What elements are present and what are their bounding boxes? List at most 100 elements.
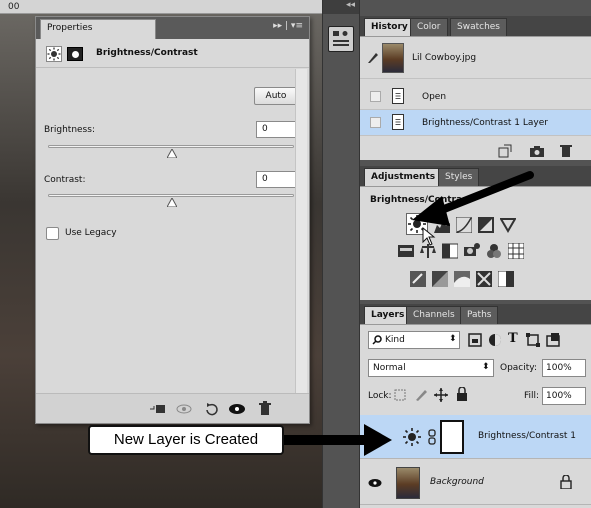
layer-row[interactable]: Background — [360, 461, 591, 505]
lock-all-icon[interactable] — [456, 387, 468, 401]
layers-panel: Kind ⬍ T Normal ⬍ Opacity: 100% Lock: Fi… — [360, 324, 591, 508]
history-tabbar: History Color Swatches — [360, 16, 591, 36]
opacity-label: Opacity: — [500, 363, 537, 373]
lock-image-brush-icon[interactable] — [414, 388, 428, 402]
adjustments-panel: Brightness/Contrast — [360, 186, 591, 300]
color-lookup-icon[interactable] — [508, 243, 524, 259]
tab-styles[interactable]: Styles — [438, 168, 480, 186]
callout-label: New Layer is Created — [88, 425, 284, 455]
black-white-icon[interactable] — [442, 243, 458, 259]
link-icon[interactable] — [428, 429, 436, 445]
properties-dock-button[interactable] — [328, 26, 354, 52]
filter-adjustment-icon[interactable] — [488, 333, 502, 347]
history-source-checkbox[interactable] — [370, 117, 381, 128]
ruler-number: 00 — [8, 2, 20, 12]
history-item[interactable]: Brightness/Contrast 1 Layer — [360, 110, 591, 136]
adjustment-hover-label: Brightness/Contrast — [370, 195, 472, 205]
filter-shape-icon[interactable] — [526, 333, 540, 347]
dock-collapse-button[interactable]: ◂◂ — [323, 0, 359, 14]
layer-name[interactable]: Brightness/Contrast 1 — [478, 431, 576, 441]
layer-thumbnail — [396, 467, 420, 499]
lock-icon — [560, 475, 572, 489]
layer-row-selected[interactable]: Brightness/Contrast 1 — [360, 415, 591, 459]
tab-channels[interactable]: Channels — [406, 306, 462, 324]
layer-filter-select[interactable]: Kind ⬍ — [368, 331, 460, 349]
trash-icon[interactable] — [258, 401, 272, 416]
lock-label: Lock: — [368, 391, 392, 401]
history-brush-icon — [368, 53, 378, 63]
camera-icon[interactable] — [530, 145, 544, 157]
new-document-from-state-icon[interactable] — [498, 144, 512, 158]
blend-mode-value: Normal — [373, 363, 406, 373]
contrast-input[interactable]: 0 — [256, 171, 298, 188]
history-source-checkbox[interactable] — [370, 91, 381, 102]
eye-icon[interactable] — [368, 432, 382, 442]
adjustments-tabbar: Adjustments Styles — [360, 166, 591, 186]
search-icon — [372, 335, 382, 345]
use-legacy-checkbox[interactable] — [46, 227, 59, 240]
properties-icon — [333, 31, 349, 46]
layer-name[interactable]: Background — [430, 477, 484, 487]
history-item[interactable]: Open — [360, 84, 591, 110]
eye-icon[interactable] — [368, 478, 382, 488]
contrast-slider-track[interactable] — [48, 194, 294, 197]
tab-adjustments[interactable]: Adjustments — [364, 168, 443, 186]
filter-kind-label: Kind — [385, 335, 405, 345]
blend-mode-select[interactable]: Normal ⬍ — [368, 359, 494, 377]
history-snapshot[interactable]: Lil Cowboy.jpg — [360, 37, 591, 79]
cursor-icon — [422, 227, 436, 246]
tab-properties[interactable]: Properties — [40, 19, 156, 39]
trash-icon[interactable] — [560, 144, 572, 157]
auto-button[interactable]: Auto — [254, 87, 298, 105]
history-item-label: Brightness/Contrast 1 Layer — [422, 118, 548, 128]
clip-to-layer-icon[interactable] — [148, 403, 166, 415]
mask-icon[interactable] — [67, 47, 83, 61]
contrast-slider-thumb[interactable] — [167, 198, 177, 207]
adjustment-sun-icon — [46, 46, 62, 62]
vibrance-icon[interactable] — [500, 217, 516, 233]
selective-color-icon[interactable] — [498, 271, 514, 287]
layer-mask-thumbnail[interactable] — [440, 420, 464, 454]
tab-color[interactable]: Color — [410, 18, 448, 36]
curves-icon[interactable] — [456, 217, 472, 233]
view-previous-state-icon[interactable] — [176, 403, 194, 415]
gradient-map-icon[interactable] — [476, 271, 492, 287]
history-document-icon — [392, 88, 404, 104]
history-document-icon — [392, 114, 404, 130]
brightness-label: Brightness: — [44, 125, 95, 135]
posterize-icon[interactable] — [432, 271, 448, 287]
tab-history[interactable]: History — [364, 18, 415, 36]
filter-type-icon[interactable]: T — [508, 331, 518, 346]
toggle-visibility-icon[interactable] — [228, 403, 246, 415]
opacity-input[interactable]: 100% — [542, 359, 586, 377]
properties-scrollbar[interactable] — [295, 69, 307, 419]
panel-menu-icon[interactable]: ▸▸ | ▾≡ — [273, 21, 303, 31]
fill-label: Fill: — [524, 391, 540, 401]
ruler: 00 — [0, 0, 322, 14]
threshold-icon[interactable] — [454, 271, 470, 287]
filter-smart-object-icon[interactable] — [546, 333, 560, 347]
tab-paths[interactable]: Paths — [460, 306, 499, 324]
right-panel-column: History Color Swatches Lil Cowboy.jpg Op… — [360, 0, 591, 508]
tab-layers[interactable]: Layers — [364, 306, 412, 324]
exposure-icon[interactable] — [478, 217, 494, 233]
lock-transparent-icon[interactable] — [394, 389, 406, 401]
filter-pixel-icon[interactable] — [468, 333, 482, 347]
invert-icon[interactable] — [410, 271, 426, 287]
lock-position-icon[interactable] — [434, 388, 448, 402]
reset-icon[interactable] — [204, 402, 220, 416]
brightness-slider-track[interactable] — [48, 145, 294, 148]
snapshot-thumbnail — [382, 43, 404, 73]
contrast-label: Contrast: — [44, 175, 86, 185]
hue-saturation-icon[interactable] — [398, 243, 414, 259]
tab-swatches[interactable]: Swatches — [450, 18, 507, 36]
properties-header: Properties ▸▸ | ▾≡ — [36, 17, 309, 39]
snapshot-name: Lil Cowboy.jpg — [412, 53, 477, 63]
brightness-input[interactable]: 0 — [256, 121, 298, 138]
properties-title: Brightness/Contrast — [96, 48, 198, 58]
channel-mixer-icon[interactable] — [486, 243, 502, 259]
chevron-updown-icon: ⬍ — [482, 362, 490, 372]
brightness-slider-thumb[interactable] — [167, 149, 177, 158]
fill-input[interactable]: 100% — [542, 387, 586, 405]
photo-filter-icon[interactable] — [464, 243, 480, 259]
